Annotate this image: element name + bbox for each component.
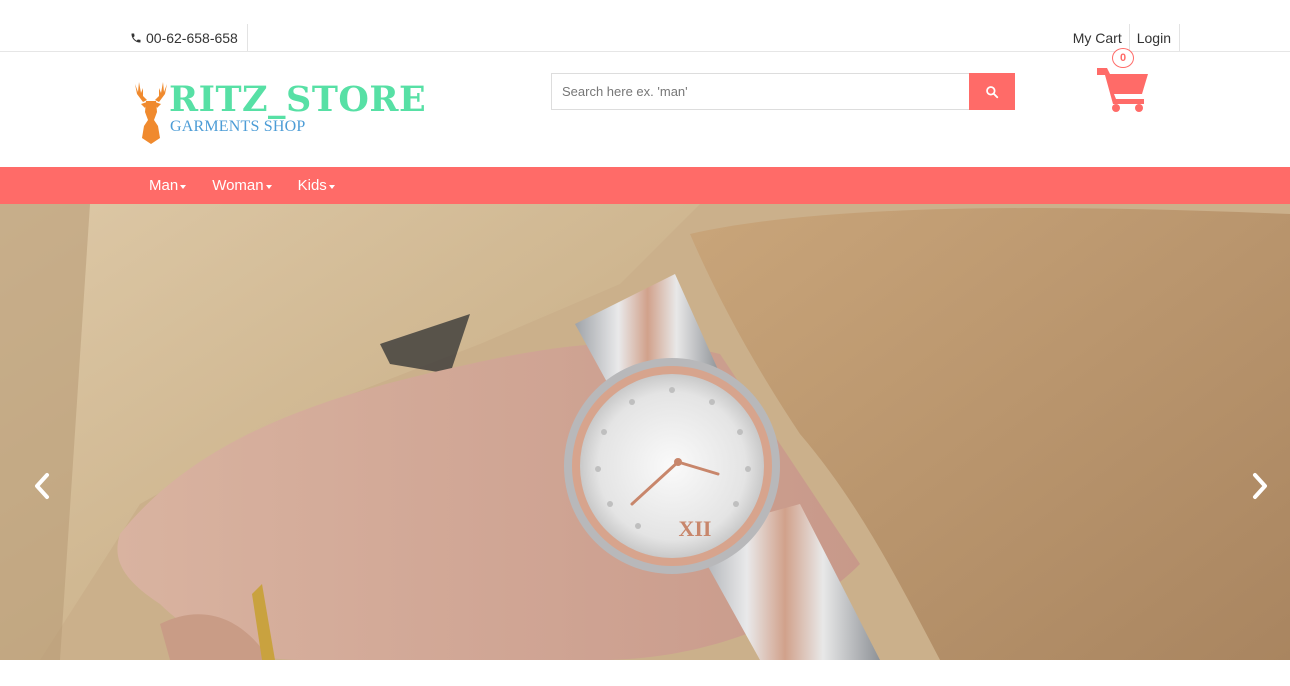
svg-text:XII: XII — [678, 516, 711, 541]
cart-icon — [1097, 68, 1148, 112]
top-links: My Cart Login — [1066, 24, 1180, 51]
hero-image: XII — [0, 204, 1290, 660]
my-cart-link[interactable]: My Cart — [1066, 24, 1130, 51]
phone-number: 00-62-658-658 — [130, 24, 248, 51]
deer-logo-icon — [135, 82, 167, 144]
nav-item-man[interactable]: Man — [136, 167, 199, 204]
phone-icon — [131, 33, 141, 42]
cart-button[interactable]: 0 — [1095, 48, 1151, 114]
search-icon — [986, 85, 999, 98]
carousel-prev-button[interactable] — [27, 466, 57, 506]
search-button[interactable] — [969, 73, 1015, 110]
store-logo[interactable]: RITZ_STORE GARMENTS SHOP — [133, 76, 426, 146]
nav-item-label: Woman — [212, 177, 264, 194]
carousel-next-button[interactable] — [1245, 466, 1275, 506]
caret-down-icon — [265, 184, 272, 189]
caret-down-icon — [180, 184, 187, 189]
phone-number-text: 00-62-658-658 — [146, 29, 238, 46]
main-nav: Man Woman Kids — [0, 167, 1290, 204]
chevron-left-icon — [35, 473, 49, 499]
chevron-right-icon — [1253, 473, 1267, 499]
hero-carousel: XII — [0, 204, 1290, 660]
brand-tagline: GARMENTS SHOP — [170, 118, 306, 135]
cart-count-badge: 0 — [1112, 48, 1134, 68]
caret-down-icon — [328, 184, 335, 189]
nav-item-label: Man — [149, 177, 179, 194]
brand-name: RITZ_STORE — [169, 79, 427, 120]
search-input[interactable] — [551, 73, 969, 110]
nav-item-label: Kids — [297, 177, 327, 194]
search-bar — [551, 73, 1015, 110]
nav-item-kids[interactable]: Kids — [285, 167, 348, 204]
nav-item-woman[interactable]: Woman — [199, 167, 284, 204]
login-link[interactable]: Login — [1130, 24, 1180, 51]
top-bar: 00-62-658-658 My Cart Login — [0, 0, 1290, 52]
